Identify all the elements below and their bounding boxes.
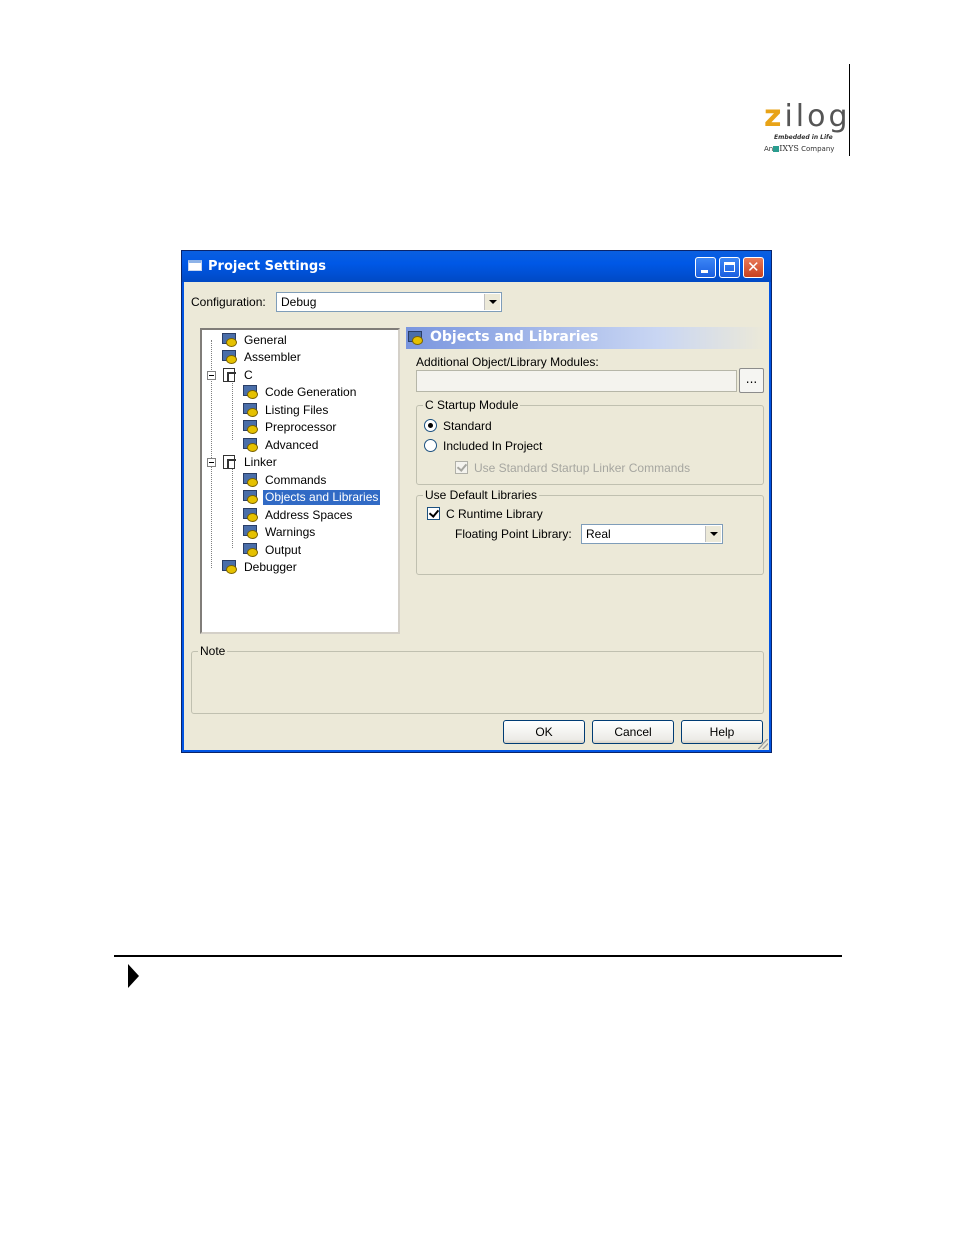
use-standard-linker-label: Use Standard Startup Linker Commands xyxy=(474,461,691,475)
window-title: Project Settings xyxy=(208,259,326,274)
default-libraries-title: Use Default Libraries xyxy=(423,488,540,502)
c-startup-module-title: C Startup Module xyxy=(423,398,521,412)
header-divider xyxy=(849,64,850,156)
gear-doc-icon xyxy=(243,438,259,452)
logo-company-prefix: An xyxy=(764,145,774,153)
gear-doc-icon xyxy=(222,560,238,574)
additional-modules-label: Additional Object/Library Modules: xyxy=(416,355,599,369)
floating-point-value: Real xyxy=(586,527,611,541)
tree-item-label: Warnings xyxy=(265,525,316,539)
window-icon xyxy=(188,260,202,271)
logo-company: An IXYS Company xyxy=(764,144,834,153)
standard-label: Standard xyxy=(443,419,492,433)
tree-item-label: Linker xyxy=(244,455,277,469)
tree-line xyxy=(232,380,233,440)
configuration-select[interactable]: Debug xyxy=(276,292,502,312)
logo-company-suffix: Company xyxy=(801,145,835,153)
tree-item-label: Preprocessor xyxy=(265,420,337,434)
settings-tree[interactable]: General Assembler C Code Generation List… xyxy=(200,328,400,634)
gear-doc-icon xyxy=(222,333,238,347)
arrow-right-icon xyxy=(128,964,139,988)
use-standard-linker-checkbox[interactable] xyxy=(455,461,468,474)
project-settings-dialog: Project Settings ✕ Configuration: Debug … xyxy=(181,250,772,753)
chevron-down-icon[interactable] xyxy=(484,294,500,310)
minimize-button[interactable] xyxy=(695,257,716,278)
tree-line xyxy=(232,468,233,548)
configuration-label: Configuration: xyxy=(191,295,266,309)
logo-accent-letter: z xyxy=(764,99,785,134)
gear-doc-icon xyxy=(408,331,424,345)
gear-doc-icon xyxy=(243,490,259,504)
tree-item-label: Address Spaces xyxy=(265,508,353,522)
tree-item-label: Assembler xyxy=(244,350,301,364)
gear-doc-icon xyxy=(243,473,259,487)
tree-item-label: Output xyxy=(265,543,302,557)
panel-title: Objects and Libraries xyxy=(430,329,599,345)
collapse-linker-icon[interactable] xyxy=(207,458,216,467)
additional-modules-input[interactable] xyxy=(416,370,737,392)
note-group: Note xyxy=(191,644,764,714)
folder-doc-icon xyxy=(222,368,238,382)
floating-point-label: Floating Point Library: xyxy=(455,527,572,541)
gear-doc-icon xyxy=(243,543,259,557)
zilog-logo: zilog Embedded in Life An IXYS Company xyxy=(760,100,850,160)
collapse-c-icon[interactable] xyxy=(207,371,216,380)
help-button[interactable]: Help xyxy=(681,720,763,744)
c-runtime-checkbox[interactable] xyxy=(427,507,440,520)
tree-item-label: Code Generation xyxy=(265,385,357,399)
tree-item-label: Advanced xyxy=(265,438,319,452)
close-icon: ✕ xyxy=(747,258,760,276)
gear-doc-icon xyxy=(222,350,238,364)
floating-point-select[interactable]: Real xyxy=(581,524,723,544)
gear-doc-icon xyxy=(243,420,259,434)
tree-item-label: Commands xyxy=(265,473,327,487)
standard-radio[interactable] xyxy=(424,419,437,432)
gear-doc-icon xyxy=(243,403,259,417)
logo-tagline: Embedded in Life xyxy=(774,134,833,141)
gear-doc-icon xyxy=(243,385,259,399)
folder-doc-icon xyxy=(222,455,238,469)
gear-doc-icon xyxy=(243,525,259,539)
included-in-project-label: Included In Project xyxy=(443,439,543,453)
logo-company-name: IXYS xyxy=(779,144,799,153)
c-runtime-label: C Runtime Library xyxy=(446,507,543,521)
tree-item-label: Listing Files xyxy=(265,403,329,417)
browse-button[interactable]: ... xyxy=(739,368,764,393)
tree-item-label: Objects and Libraries xyxy=(263,490,381,505)
note-title: Note xyxy=(198,644,228,658)
configuration-value: Debug xyxy=(281,295,317,309)
cancel-button[interactable]: Cancel xyxy=(592,720,674,744)
logo-word: zilog xyxy=(764,99,851,134)
maximize-icon xyxy=(724,262,735,272)
chevron-down-icon[interactable] xyxy=(705,526,721,542)
gear-doc-icon xyxy=(243,508,259,522)
resize-grip-icon[interactable] xyxy=(758,739,768,749)
section-divider xyxy=(114,955,842,957)
tree-item-label: General xyxy=(244,333,287,347)
close-button[interactable]: ✕ xyxy=(743,257,764,278)
panel-header: Objects and Libraries xyxy=(406,327,766,349)
included-in-project-radio[interactable] xyxy=(424,439,437,452)
minimize-icon xyxy=(701,270,708,273)
tree-item-label: C xyxy=(244,368,253,382)
tree-item-label: Debugger xyxy=(244,560,297,574)
maximize-button[interactable] xyxy=(719,257,740,278)
ok-button[interactable]: OK xyxy=(503,720,585,744)
title-bar[interactable]: Project Settings ✕ xyxy=(182,251,771,282)
